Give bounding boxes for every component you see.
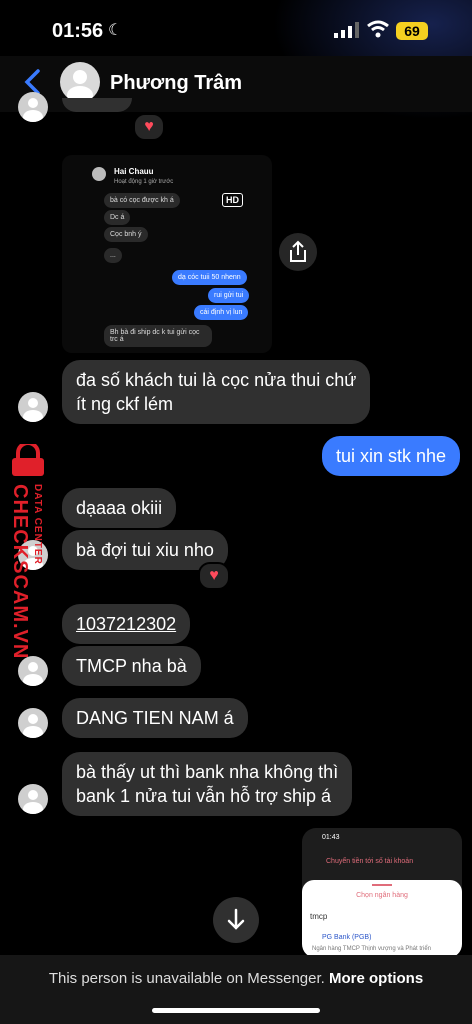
watermark-sub: DATA CENTER [32, 484, 43, 565]
message-text: bank 1 nửa tui vẫn hỗ trợ ship á [76, 786, 332, 806]
message-bubble-sent[interactable]: tui xin stk nhe [322, 436, 461, 476]
message-text: ít ng ckf lém [76, 394, 174, 414]
message-bubble[interactable]: DANG TIEN NAM á [62, 698, 248, 738]
signal-icon [334, 22, 359, 38]
mini-time: 01:43 [322, 834, 340, 841]
bank-option-desc: Ngân hàng TMCP Thịnh vượng và Phát triển [312, 946, 432, 952]
unavailable-text: This person is unavailable on Messenger. [48, 970, 325, 987]
mini-message: Bh bà đi ship dc k tui gửi cọc trc á [104, 325, 212, 347]
mini-message: bà có cọc được kh á [104, 193, 180, 208]
lock-logo-icon [12, 441, 44, 476]
message-text: bà thấy ut thì bank nha không thì [76, 762, 339, 782]
wifi-icon [367, 20, 389, 38]
unavailable-notice: This person is unavailable on Messenger.… [0, 970, 472, 987]
bank-option-name: PG Bank (PGB) [322, 934, 372, 941]
battery-indicator: 69 [396, 22, 428, 40]
footer-bar: This person is unavailable on Messenger.… [0, 955, 472, 1024]
bank-select-sheet: Chọn ngân hàng tmcp PG Bank (PGB) Ngân h… [302, 880, 462, 958]
heart-reaction: ♥ [198, 562, 230, 590]
mini-message: dạ cóc tuii 50 nhenn [172, 270, 247, 285]
message-text: đa số khách tui là cọc nửa thui chứ [76, 370, 357, 390]
sender-avatar [18, 708, 48, 738]
home-indicator [152, 1008, 320, 1013]
sheet-handle [372, 884, 392, 886]
mini-message: Cọc bnh ý [104, 227, 148, 242]
scroll-to-bottom-button[interactable] [213, 897, 259, 943]
share-icon [290, 240, 306, 262]
mini-message: ... [104, 248, 122, 263]
message-bubble[interactable]: bà thấy ut thì bank nha không thì bank 1… [62, 752, 353, 816]
mini-status: Hoạt động 1 giờ trước [114, 179, 174, 185]
hd-badge: HD [222, 193, 243, 207]
shared-screenshot[interactable]: Hai Chauu Hoạt động 1 giờ trước HD bà có… [62, 155, 272, 353]
mini-message: Dc á [104, 210, 131, 225]
bank-search-input: tmcp [310, 912, 328, 921]
arrow-down-icon [227, 908, 245, 930]
contact-name[interactable]: Phương Trâm [110, 72, 242, 95]
heart-reaction: ♥ [133, 113, 165, 141]
status-time: 01:56 [52, 20, 104, 42]
sender-avatar [18, 392, 48, 422]
message-bubble[interactable]: đa số khách tui là cọc nửa thui chứ ít n… [62, 360, 371, 424]
phone-number-link[interactable]: 1037212302 [62, 604, 191, 644]
contact-avatar[interactable] [60, 62, 100, 102]
sender-avatar [18, 656, 48, 686]
sender-avatar [18, 784, 48, 814]
mini-message: cái định vị lun [194, 305, 249, 320]
mini-message: rui gửi tui [208, 288, 250, 303]
mini-avatar [92, 167, 106, 181]
message-bubble[interactable]: TMCP nha bà [62, 646, 201, 686]
sheet-title: Chọn ngân hàng [356, 892, 408, 899]
mini-contact-name: Hai Chauu [114, 167, 154, 176]
sender-avatar [18, 92, 48, 122]
share-button[interactable] [279, 233, 317, 271]
message-bubble[interactable]: dạaaa okiii [62, 488, 177, 528]
bank-app-screenshot[interactable]: 01:43 Chuyển tiền tới số tài khoản Chọn … [302, 828, 462, 958]
moon-icon: ☾ [108, 22, 123, 39]
mini-page-title: Chuyển tiền tới số tài khoản [326, 858, 414, 865]
more-options-link[interactable]: More options [329, 970, 423, 987]
status-bar: 01:56 ☾ 69 [0, 0, 472, 120]
watermark-brand: CHECKSCAM.VN [9, 484, 31, 660]
message-bubble-partial[interactable] [62, 98, 132, 112]
watermark: CHECKSCAM.VN DATA CENTER [6, 441, 50, 659]
